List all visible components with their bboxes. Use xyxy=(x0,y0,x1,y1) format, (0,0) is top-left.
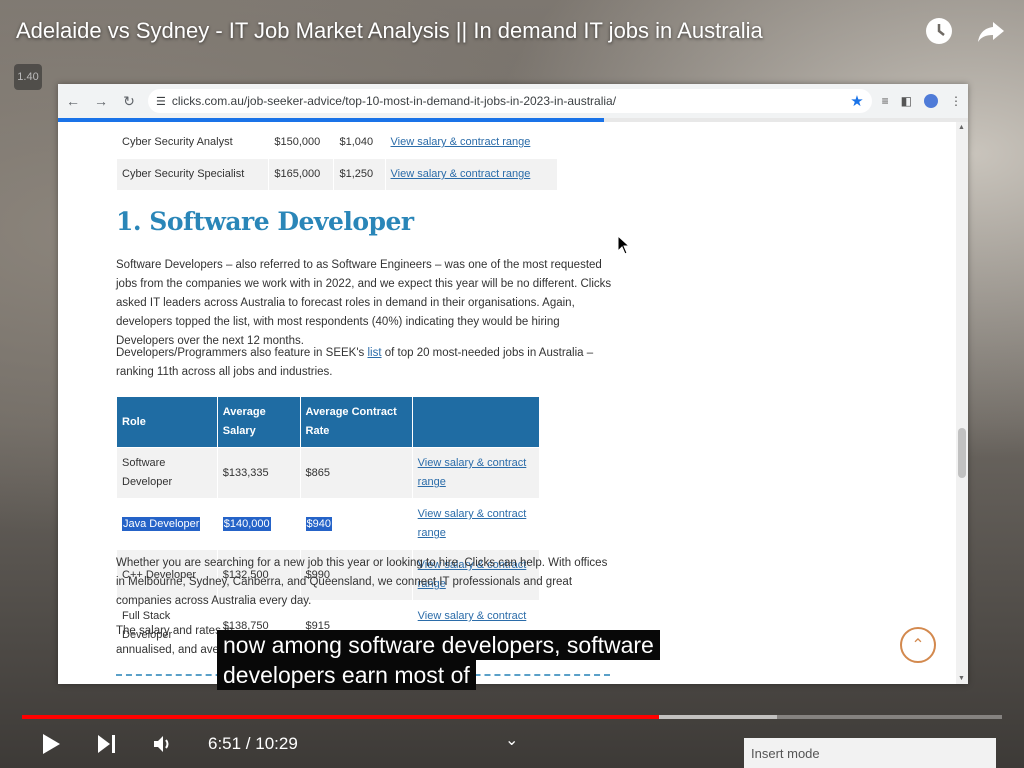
profile-avatar[interactable] xyxy=(924,94,938,108)
browser-tools: ≡ ◧ ⋮ xyxy=(882,94,962,108)
site-info-icon[interactable]: ☰ xyxy=(156,95,166,108)
seek-paragraph: Developers/Programmers also feature in S… xyxy=(116,344,616,382)
scroll-up-icon[interactable]: ▲ xyxy=(958,124,965,131)
insert-mode-bar: Insert mode xyxy=(744,738,996,768)
page-scrollbar[interactable]: ▲ ▼ xyxy=(956,122,968,684)
rate-cell: $865 xyxy=(299,447,413,499)
role-cell: Cyber Security Specialist xyxy=(115,158,270,191)
play-icon[interactable] xyxy=(40,732,62,756)
seek-list-link[interactable]: list xyxy=(367,347,381,359)
role-cell: Software Developer xyxy=(116,447,218,499)
speed-badge: 1.40 xyxy=(14,64,42,90)
header-link xyxy=(411,396,541,448)
salary-cell: $165,000 xyxy=(268,158,335,191)
caption-line-1: now among software developers, software xyxy=(217,630,660,660)
role-cell-selected: Java Developer xyxy=(122,516,201,531)
table-row: Java Developer $140,000 $940 View salary… xyxy=(116,498,541,550)
salary-range-link[interactable]: View salary & contract range xyxy=(418,508,527,539)
video-title: Adelaide vs Sydney - IT Job Market Analy… xyxy=(16,18,763,43)
menu-kebab-icon[interactable]: ⋮ xyxy=(950,94,962,108)
developer-salary-table: Role Average Salary Average Contract Rat… xyxy=(116,396,541,652)
web-page: Cyber Security Analyst $150,000 $1,040 V… xyxy=(58,122,956,684)
back-icon[interactable]: ← xyxy=(64,92,82,110)
table-header-row: Role Average Salary Average Contract Rat… xyxy=(116,396,541,448)
table-row: Cyber Security Analyst $150,000 $1,040 V… xyxy=(115,126,559,159)
header-salary: Average Salary xyxy=(216,396,301,448)
rate-cell: $1,250 xyxy=(333,158,386,191)
scroll-down-icon[interactable]: ▼ xyxy=(958,675,965,682)
cyber-table: Cyber Security Analyst $150,000 $1,040 V… xyxy=(115,126,559,191)
mouse-cursor-icon xyxy=(617,235,631,255)
rate-cell-selected: $940 xyxy=(305,516,333,531)
section-heading: 1. Software Developer xyxy=(116,207,414,236)
table-row: Software Developer $133,335 $865 View sa… xyxy=(116,447,541,499)
salary-cell: $150,000 xyxy=(268,126,335,159)
side-panel-icon[interactable]: ◧ xyxy=(901,94,912,108)
header-role: Role xyxy=(116,396,218,448)
role-cell: Cyber Security Analyst xyxy=(115,126,270,159)
chevron-down-icon[interactable]: ⌄ xyxy=(505,730,518,750)
rate-cell: $1,040 xyxy=(333,126,386,159)
time-display: 6:51 / 10:29 xyxy=(208,734,298,753)
volume-icon[interactable] xyxy=(152,733,174,755)
video-timeline[interactable] xyxy=(22,715,1002,719)
seek-text-a: Developers/Programmers also feature in S… xyxy=(116,347,368,359)
clicks-paragraph: Whether you are searching for a new job … xyxy=(116,557,608,607)
next-video-icon[interactable] xyxy=(96,733,118,755)
reload-icon[interactable]: ↻ xyxy=(120,92,138,110)
url-text: clicks.com.au/job-seeker-advice/top-10-m… xyxy=(171,94,617,108)
salary-range-link[interactable]: View salary & contract range xyxy=(391,136,531,148)
watch-later-icon[interactable] xyxy=(924,16,954,46)
caption-line-2: developers earn most of xyxy=(217,660,476,690)
reading-list-icon[interactable]: ≡ xyxy=(882,94,889,108)
scrollbar-thumb[interactable] xyxy=(958,428,966,478)
share-icon[interactable] xyxy=(976,16,1006,46)
back-to-top-button[interactable]: ⌃ xyxy=(900,627,936,663)
browser-toolbar: ← → ↻ ☰ clicks.com.au/job-seeker-advice/… xyxy=(58,84,968,118)
browser-window: ← → ↻ ☰ clicks.com.au/job-seeker-advice/… xyxy=(58,84,968,684)
top-actions xyxy=(924,16,1006,46)
salary-cell: $133,335 xyxy=(216,447,301,499)
salary-cell-selected: $140,000 xyxy=(222,516,271,531)
forward-icon[interactable]: → xyxy=(92,92,110,110)
bookmark-star-icon[interactable]: ★ xyxy=(850,92,863,110)
salary-range-link[interactable]: View salary & contract range xyxy=(391,168,531,180)
address-bar[interactable]: ☰ clicks.com.au/job-seeker-advice/top-10… xyxy=(148,89,872,113)
timeline-buffered xyxy=(659,715,777,719)
table-row: Cyber Security Specialist $165,000 $1,25… xyxy=(115,158,559,191)
header-rate: Average Contract Rate xyxy=(299,396,413,448)
salary-range-link[interactable]: View salary & contract range xyxy=(418,457,527,488)
intro-paragraph: Software Developers – also referred to a… xyxy=(116,259,612,347)
video-captions: now among software developers, software … xyxy=(217,630,660,690)
timeline-played xyxy=(22,715,659,719)
